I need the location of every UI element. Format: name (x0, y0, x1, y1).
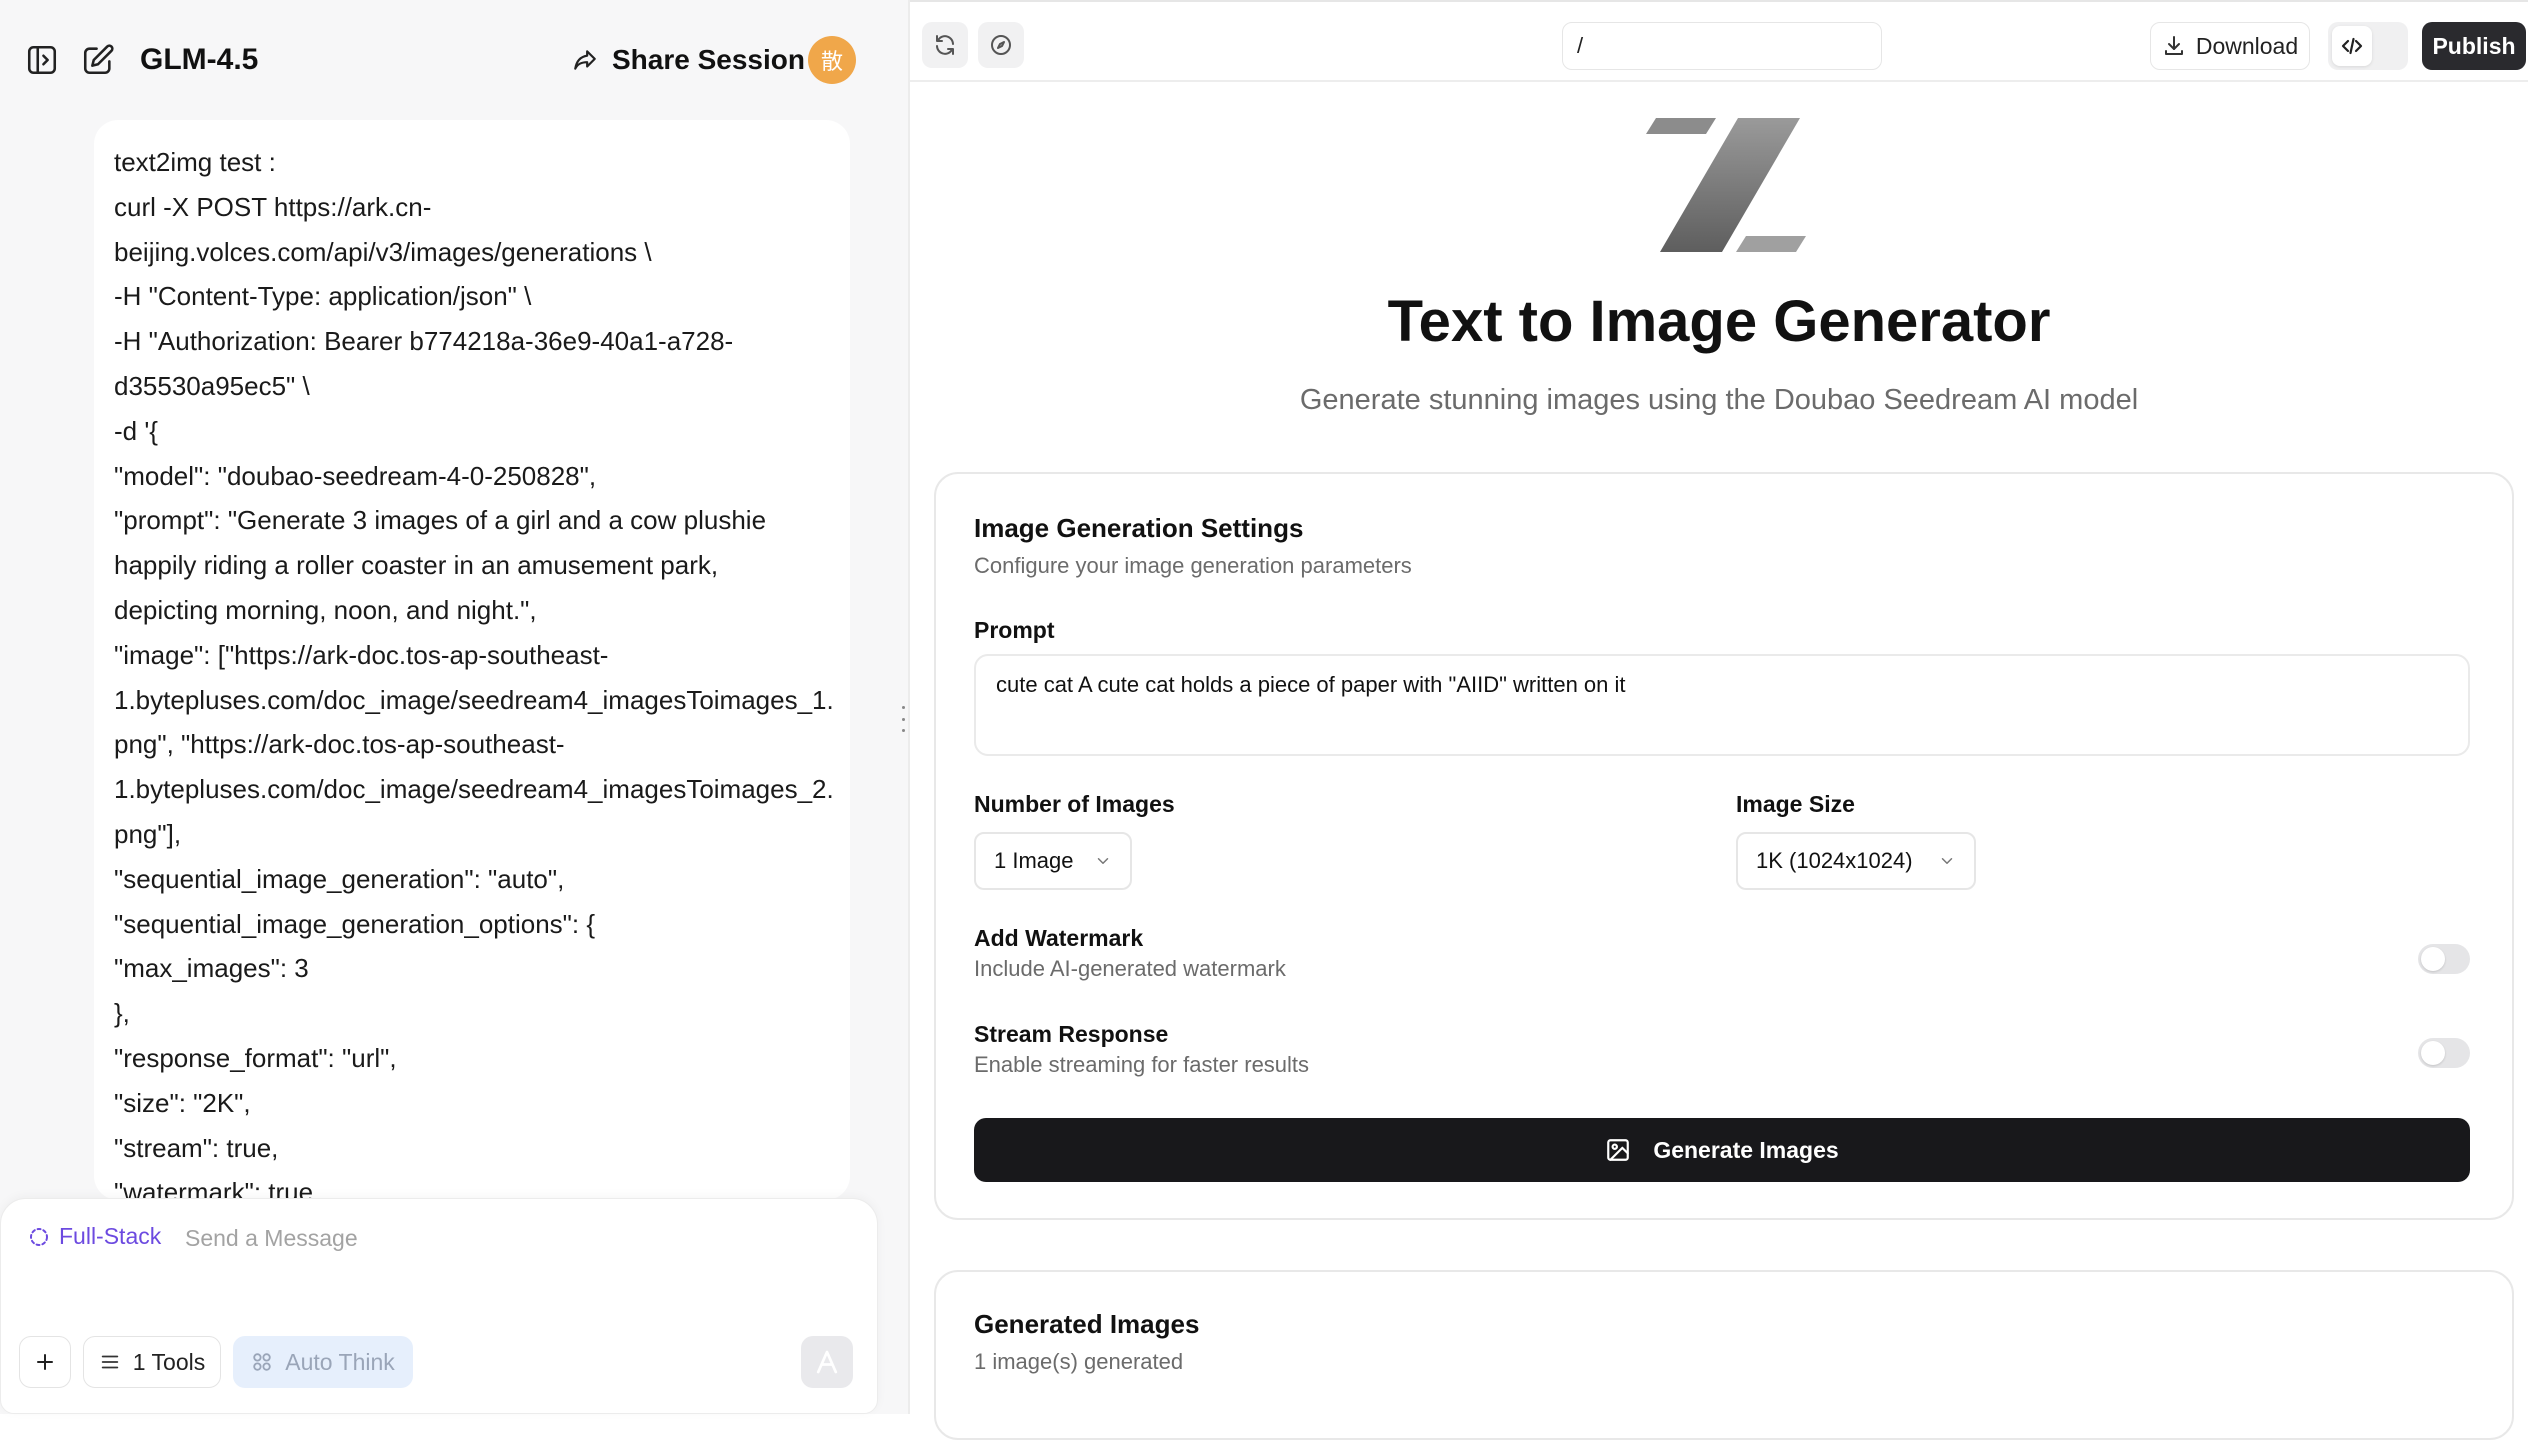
message-line: 1.bytepluses.com/doc_image/seedream4_ima… (114, 684, 834, 715)
results-title: Generated Images (974, 1309, 1200, 1339)
preview-pane: Download Publish Text to Image Generator… (910, 0, 2528, 1440)
message-line: text2img test : (114, 147, 276, 177)
num-images-label: Number of Images (974, 791, 1175, 817)
prompt-textarea[interactable] (974, 654, 2470, 756)
message-input[interactable] (183, 1219, 827, 1257)
message-line: happily riding a roller coaster in an am… (114, 550, 719, 581)
auto-think-label: Auto Think (285, 1348, 395, 1375)
mode-selector-full-stack[interactable]: Full-Stack (27, 1223, 161, 1250)
chat-header: GLM-4.5 Share Session 散 (0, 0, 908, 120)
watermark-switch[interactable] (2418, 944, 2470, 974)
resize-handle[interactable] (898, 706, 908, 732)
auto-think-toggle[interactable]: Auto Think (233, 1336, 413, 1388)
refresh-icon (933, 33, 957, 57)
stream-label: Stream Response (974, 1021, 1169, 1047)
message-line: png"], (114, 818, 182, 849)
plus-icon (33, 1350, 57, 1374)
preview-toolbar: Download Publish (910, 0, 2528, 82)
app-subtitle: Generate stunning images using the Douba… (1299, 384, 2139, 416)
full-stack-icon (27, 1225, 51, 1249)
message-line: beijing.volces.com/api/v3/images/generat… (114, 236, 652, 267)
refresh-button[interactable] (922, 22, 968, 68)
message-line: "image": ["https://ark-doc.tos-ap-southe… (114, 639, 609, 670)
message-line: "prompt": "Generate 3 images of a girl a… (114, 505, 767, 536)
share-icon (572, 47, 598, 73)
image-size-label: Image Size (1736, 791, 1855, 817)
message-line: -d '{ (114, 415, 158, 446)
message-line: "sequential_image_generation": "auto", (114, 863, 565, 894)
message-line: "max_images": 3 (114, 953, 309, 984)
message-line: d35530a95ec5" \ (114, 370, 310, 401)
settings-title: Image Generation Settings (974, 513, 1304, 543)
message-line: "watermark": true (114, 1177, 314, 1200)
message-line: -H "Authorization: Bearer b774218a-36e9-… (114, 326, 734, 357)
results-count: 1 image(s) generated (974, 1349, 1184, 1374)
results-card: Generated Images 1 image(s) generated (934, 1270, 2514, 1440)
tools-button[interactable]: 1 Tools (83, 1336, 221, 1388)
new-chat-icon[interactable] (74, 36, 122, 84)
message-text: text2img test : curl -X POST https://ark.… (94, 120, 850, 1200)
publish-button[interactable]: Publish (2422, 22, 2526, 70)
message-line: }, (114, 998, 130, 1029)
download-label: Download (2195, 32, 2299, 59)
generate-images-button[interactable]: Generate Images (974, 1118, 2470, 1182)
list-icon (99, 1351, 121, 1373)
download-icon (2162, 34, 2186, 58)
code-icon (2332, 26, 2372, 66)
generate-images-label: Generate Images (1653, 1136, 1839, 1163)
chat-pane: GLM-4.5 Share Session 散 text2img test : c… (0, 0, 908, 1414)
settings-description: Configure your image generation paramete… (974, 553, 1412, 578)
compass-icon (989, 33, 1013, 57)
app-title: Text to Image Generator (1387, 289, 2051, 354)
watermark-description: Include AI-generated watermark (974, 956, 1286, 981)
message-line: curl -X POST https://ark.cn- (114, 191, 432, 222)
tools-label: 1 Tools (132, 1348, 206, 1375)
message-line: png", "https://ark-doc.tos-ap-southeast- (114, 729, 565, 760)
stream-switch[interactable] (2418, 1038, 2470, 1068)
message-line: depicting morning, noon, and night.", (114, 594, 537, 625)
message-line: -H "Content-Type: application/json" \ (114, 281, 532, 312)
code-view-toggle[interactable] (2328, 22, 2408, 70)
image-size-value: 1K (1024x1024) (1756, 848, 1913, 873)
send-icon (812, 1347, 842, 1377)
watermark-label: Add Watermark (974, 925, 1144, 951)
compass-button[interactable] (978, 22, 1024, 68)
message-composer: Full-Stack 1 Tools Auto Think (0, 1198, 878, 1414)
chevron-down-icon (1094, 852, 1112, 870)
message-line: "model": "doubao-seedream-4-0-250828", (114, 460, 597, 491)
num-images-value: 1 Image (994, 848, 1074, 873)
message-line: "stream": true, (114, 1132, 279, 1163)
chevron-down-icon (1938, 852, 1956, 870)
prompt-label: Prompt (974, 617, 1055, 643)
message-line: 1.bytepluses.com/doc_image/seedream4_ima… (114, 774, 834, 805)
share-session-button[interactable]: Share Session (572, 38, 805, 82)
z-logo (1646, 118, 1806, 252)
mode-label: Full-Stack (59, 1223, 162, 1249)
image-icon (1605, 1137, 1631, 1163)
message-line: "size": "2K", (114, 1087, 251, 1118)
preview-url-input[interactable] (1562, 22, 1882, 70)
sidebar-toggle-icon[interactable] (18, 36, 66, 84)
message-line: "sequential_image_generation_options": { (114, 908, 596, 939)
message-line: "response_format": "url", (114, 1042, 397, 1073)
num-images-select[interactable]: 1 Image (974, 832, 1132, 890)
stream-description: Enable streaming for faster results (974, 1052, 1310, 1077)
image-size-select[interactable]: 1K (1024x1024) (1736, 832, 1976, 890)
model-name[interactable]: GLM-4.5 (140, 40, 258, 80)
auto-think-icon (251, 1351, 273, 1373)
share-session-label: Share Session (612, 44, 805, 75)
download-button[interactable]: Download (2150, 22, 2310, 70)
avatar[interactable]: 散 (808, 36, 856, 84)
settings-card: Image Generation Settings Configure your… (934, 472, 2514, 1220)
user-message-bubble: text2img test : curl -X POST https://ark.… (94, 120, 850, 1200)
send-button[interactable] (801, 1336, 853, 1388)
attach-button[interactable] (19, 1336, 71, 1388)
